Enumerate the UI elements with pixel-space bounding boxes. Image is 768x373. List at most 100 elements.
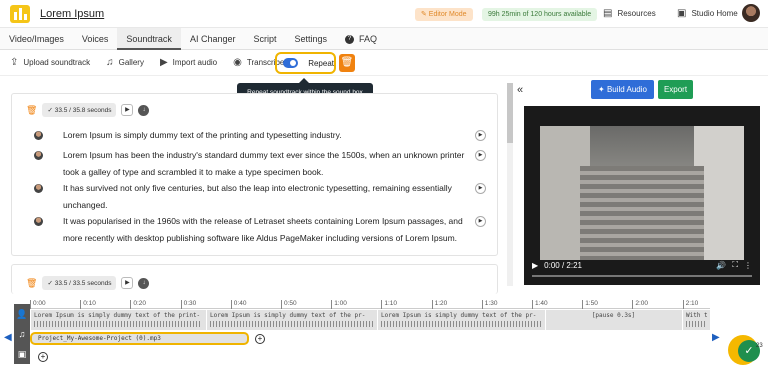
time-available-badge: 99h 25min of 120 hours available <box>482 8 598 21</box>
timeline-tick: 0:20 <box>130 300 146 309</box>
timeline-tick: 1:00 <box>331 300 347 309</box>
timeline-tick: 2:10 <box>682 300 698 309</box>
timeline-tick: 0:00 <box>30 300 46 309</box>
tab-settings[interactable]: Settings <box>285 28 336 50</box>
play-line-button[interactable]: ▶ <box>475 216 486 227</box>
studio-icon: ▣ <box>677 8 687 19</box>
delete-soundtrack-button[interactable]: 🗑 <box>339 54 355 72</box>
studio-home-link[interactable]: ▣ Studio Home <box>677 8 738 19</box>
tab-video-images[interactable]: Video/Images <box>0 28 73 50</box>
resources-link[interactable]: ▤ Resources <box>603 8 656 19</box>
waveform <box>381 321 541 327</box>
timeline-tick: 1:50 <box>582 300 598 309</box>
tab-ai-changer[interactable]: AI Changer <box>181 28 245 50</box>
tab-faq-label: FAQ <box>359 34 378 44</box>
voice-track-icon[interactable]: 👤 <box>14 304 30 324</box>
tab-script[interactable]: Script <box>244 28 285 50</box>
video-controls: ▶ 0:00 / 2:21 🔊 ⛶ ⋮ <box>532 257 752 273</box>
soundtrack-toolbar: ⇪ Upload soundtrack ♫ Gallery ▶ Import a… <box>0 50 768 76</box>
build-audio-button[interactable]: ✦ Build Audio <box>591 80 654 99</box>
trash-icon[interactable]: 🗑 <box>26 105 37 116</box>
speaker-avatar[interactable] <box>34 151 43 160</box>
script-line[interactable]: Lorem Ipsum is simply dummy text of the … <box>63 127 473 144</box>
segment-text: [pause 0.3s] <box>591 312 636 319</box>
play-line-button[interactable]: ▶ <box>475 150 486 161</box>
music-track-icon[interactable]: ♫ <box>14 324 30 344</box>
voice-segment[interactable]: Lorem Ipsum is simply dummy text of the … <box>30 310 205 330</box>
timeline-tick: 1:40 <box>532 300 548 309</box>
play-block-button[interactable]: ▶ <box>121 277 134 289</box>
image-track-icon[interactable]: ▣ <box>14 344 30 364</box>
import-audio-label: Import audio <box>172 58 218 67</box>
tab-soundtrack[interactable]: Soundtrack <box>117 28 181 50</box>
download-icon[interactable]: ↓ <box>138 277 150 289</box>
timeline-tick: 2:00 <box>632 300 648 309</box>
video-frame <box>540 126 744 260</box>
duration-text: 33.5 / 35.8 seconds <box>54 107 112 114</box>
studio-home-label: Studio Home <box>691 9 738 18</box>
script-block-2: 🗑 ✓ 33.5 / 33.5 seconds ▶ ↓ <box>11 264 498 294</box>
soundtrack-clip[interactable]: Project_My-Awesome-Project (0).mp3 <box>30 332 249 345</box>
play-icon[interactable]: ▶ <box>532 261 538 270</box>
pause-segment[interactable]: [pause 0.3s] <box>545 310 681 330</box>
gallery-button[interactable]: ♫ Gallery <box>106 57 144 68</box>
add-image-icon[interactable]: + <box>38 352 48 362</box>
import-audio-button[interactable]: ▶ Import audio <box>160 57 217 68</box>
brand-link[interactable]: Lorem Ipsum <box>40 8 104 20</box>
volume-icon[interactable]: 🔊 <box>716 261 726 270</box>
timeline-tick: 1:30 <box>481 300 497 309</box>
add-soundtrack-icon[interactable]: + <box>255 334 265 344</box>
timeline-next-arrow[interactable]: ▶ <box>712 332 720 343</box>
more-icon[interactable]: ⋮ <box>744 261 752 270</box>
script-scrollbar[interactable] <box>507 83 513 286</box>
tab-voices[interactable]: Voices <box>73 28 118 50</box>
speaker-avatar[interactable] <box>34 131 43 140</box>
segment-text: Lorem Ipsum is simply dummy text of the … <box>381 312 537 319</box>
trash-icon[interactable]: 🗑 <box>26 278 37 289</box>
speaker-avatar[interactable] <box>34 184 43 193</box>
repeat-toggle[interactable] <box>283 58 299 68</box>
repeat-label: Repeat <box>308 58 334 68</box>
timeline-tick: 0:50 <box>281 300 297 309</box>
transcribe-icon: ◉ <box>233 57 242 68</box>
play-line-button[interactable]: ▶ <box>475 130 486 141</box>
tab-faq[interactable]: ? FAQ <box>336 28 386 50</box>
voice-segment[interactable]: With t <box>682 310 710 330</box>
scrollbar-thumb[interactable] <box>507 83 513 143</box>
collapse-panel-icon[interactable]: « <box>517 84 523 96</box>
download-icon[interactable]: ↓ <box>138 104 150 116</box>
editor-mode-badge[interactable]: ✎ Editor Mode <box>415 8 473 21</box>
soundtrack-filename: Project_My-Awesome-Project (0).mp3 <box>38 335 161 342</box>
voice-segment[interactable]: Lorem Ipsum is simply dummy text of the … <box>206 310 376 330</box>
timeline-prev-arrow[interactable]: ◀ <box>4 332 12 343</box>
script-block-header: 🗑 ✓ 33.5 / 33.5 seconds ▶ ↓ <box>12 273 497 293</box>
play-line-button[interactable]: ▶ <box>475 183 486 194</box>
magic-wand-icon: ✦ <box>598 85 605 94</box>
gallery-label: Gallery <box>118 58 144 67</box>
timeline: 0:00 0:10 0:20 0:30 0:40 0:50 1:00 1:10 1:20 1:30… <box>0 294 768 373</box>
repeat-toggle-group[interactable]: Repeat <box>275 52 336 74</box>
script-line[interactable]: It has survived not only five centuries,… <box>63 180 473 213</box>
user-avatar[interactable] <box>742 4 760 22</box>
timeline-tick: 0:30 <box>180 300 196 309</box>
upload-soundtrack-label: Upload soundtrack <box>23 58 91 67</box>
app-logo[interactable] <box>10 4 30 23</box>
resources-label: Resources <box>617 9 656 18</box>
timeline-ruler[interactable]: 0:00 0:10 0:20 0:30 0:40 0:50 1:00 1:10 1:20 1:30… <box>30 297 710 309</box>
video-progress-bar[interactable] <box>532 275 752 277</box>
fullscreen-icon[interactable]: ⛶ <box>732 260 738 270</box>
duration-badge: ✓ 33.5 / 33.5 seconds <box>42 276 117 290</box>
help-icon: ? <box>345 34 355 44</box>
speaker-avatar[interactable] <box>34 217 43 226</box>
timeline-tick: 1:20 <box>431 300 447 309</box>
script-line[interactable]: Lorem Ipsum has been the industry's stan… <box>63 147 473 180</box>
waveform <box>210 321 373 327</box>
upload-soundtrack-button[interactable]: ⇪ Upload soundtrack <box>10 57 90 68</box>
play-block-button[interactable]: ▶ <box>121 104 134 116</box>
upload-icon: ⇪ <box>10 57 19 68</box>
script-line[interactable]: It was popularised in the 1960s with the… <box>63 213 473 246</box>
voice-segment[interactable]: Lorem Ipsum is simply dummy text of the … <box>377 310 544 330</box>
video-player[interactable]: ▶ 0:00 / 2:21 🔊 ⛶ ⋮ <box>524 106 760 285</box>
export-button[interactable]: Export <box>658 80 693 99</box>
script-block-1: 🗑 ✓ 33.5 / 35.8 seconds ▶ ↓ Lorem Ipsum … <box>11 93 498 256</box>
